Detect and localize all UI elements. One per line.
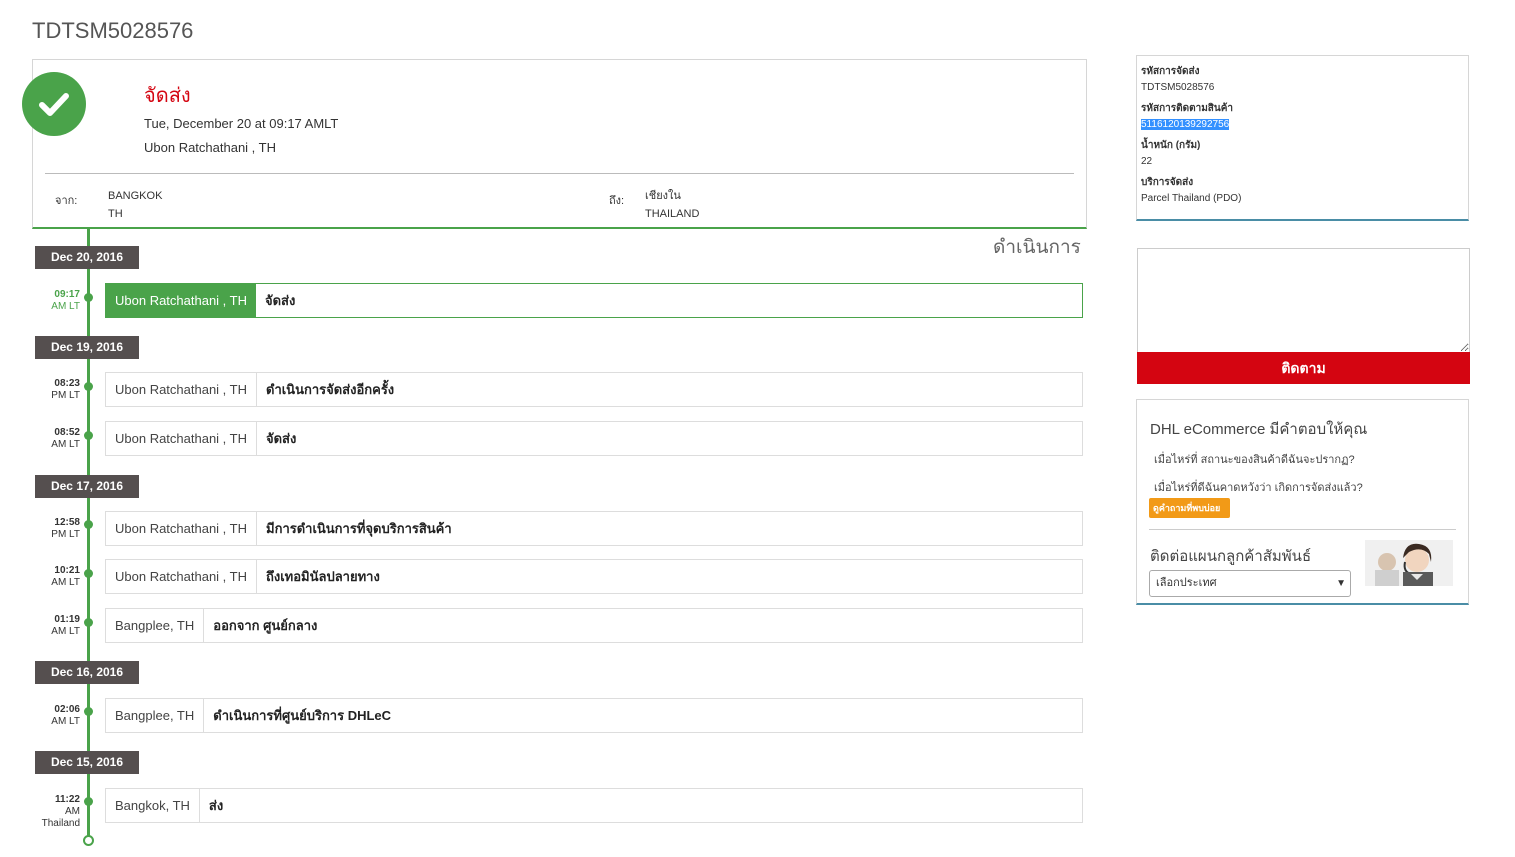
date-badge: Dec 16, 2016 [35, 661, 139, 684]
event-description: ออกจาก ศูนย์กลาง [213, 618, 318, 633]
faq-question-link[interactable]: เมื่อไหร่ที่ดีฉันคาดหวังว่า เกิดการจัดส่… [1154, 478, 1363, 496]
timeline-event: Bangplee, TH ดำเนินการที่ศูนย์บริการ DHL… [105, 698, 1083, 733]
timeline-event: Ubon Ratchathani , TH จัดส่ง [105, 283, 1083, 318]
shipment-id-value: TDTSM5028576 [1141, 82, 1215, 93]
from-city: BANGKOK [108, 190, 163, 202]
timeline-end-marker [83, 835, 94, 846]
timeline-dot [84, 382, 93, 391]
faq-button[interactable]: ดูคำถามที่พบบ่อย [1149, 498, 1230, 518]
event-location: Ubon Ratchathani , TH [106, 560, 257, 593]
timeline-event: Ubon Ratchathani , TH มีการดำเนินการที่จ… [105, 511, 1083, 546]
tracking-number-selection[interactable]: 5116120139292756 [1141, 119, 1230, 130]
help-panel: DHL eCommerce มีคำตอบให้คุณ เมื่อไหร่ที่… [1136, 399, 1469, 605]
weight-value: 22 [1141, 156, 1153, 167]
status-summary: จัดส่ง Tue, December 20 at 09:17 AMLT Ub… [32, 59, 1087, 229]
shipment-id-label: รหัสการจัดส่ง [1141, 66, 1200, 77]
event-description: ดำเนินการจัดส่งอีกครั้ง [266, 382, 395, 397]
tracking-number-value[interactable]: 5116120139292756 [1141, 119, 1464, 130]
event-location: Ubon Ratchathani , TH [106, 422, 257, 455]
tracking-input[interactable] [1137, 248, 1470, 353]
timeline-dot [84, 618, 93, 627]
event-time: 08:52 AM LT [51, 427, 80, 450]
support-agent-image [1365, 540, 1453, 586]
event-time: 12:58 PM LT [51, 517, 80, 540]
event-location: Ubon Ratchathani , TH [106, 373, 257, 406]
dropdown-arrow-icon: ▼ [1336, 578, 1346, 589]
contact-title: ติดต่อแผนกลูกค้าสัมพันธ์ [1150, 548, 1312, 565]
service-value: Parcel Thailand (PDO) [1141, 193, 1242, 204]
date-badge: Dec 20, 2016 [35, 246, 139, 269]
weight-label: น้ำหนัก (กรัม) [1141, 140, 1201, 151]
progress-label: ดำเนินการ [993, 237, 1081, 258]
event-location: Ubon Ratchathani , TH [106, 512, 257, 545]
event-location: Bangkok, TH [106, 789, 200, 822]
from-country: TH [108, 208, 123, 220]
status-location: Ubon Ratchathani , TH [144, 140, 276, 155]
timeline-event: Ubon Ratchathani , TH จัดส่ง [105, 421, 1083, 456]
shipment-info-panel: รหัสการจัดส่ง TDTSM5028576 รหัสการติดตาม… [1136, 55, 1469, 221]
event-location: Bangplee, TH [106, 699, 205, 732]
divider [45, 173, 1074, 174]
timeline-event: Ubon Ratchathani , TH ดำเนินการจัดส่งอีก… [105, 372, 1083, 407]
timeline-dot [84, 431, 93, 440]
from-label: จาก: [55, 195, 78, 207]
event-time: 02:06 AM LT [51, 704, 80, 727]
to-city: เชียงใน [645, 190, 681, 202]
track-button[interactable]: ติดตาม [1137, 352, 1470, 384]
country-select-value: เลือกประเทศ [1156, 577, 1217, 589]
event-description: ส่ง [208, 798, 224, 813]
timeline-dot [84, 707, 93, 716]
timeline-dot [84, 520, 93, 529]
event-time: 11:22 AM Thailand [41, 794, 80, 829]
timeline-dot [84, 797, 93, 806]
event-description: จัดส่ง [265, 293, 296, 308]
event-description: ถึงเทอมินัลปลายทาง [266, 569, 380, 584]
event-time: 01:19 AM LT [51, 614, 80, 637]
page-title: TDTSM5028576 [32, 18, 194, 43]
event-time: 10:21 AM LT [51, 565, 80, 588]
country-select[interactable]: เลือกประเทศ ▼ [1149, 570, 1351, 597]
help-title: DHL eCommerce มีคำตอบให้คุณ [1150, 421, 1368, 438]
faq-question-link[interactable]: เมื่อไหร่ที่ สถานะของสินค้าดีฉันจะปรากฏ? [1154, 450, 1355, 468]
event-description: ดำเนินการที่ศูนย์บริการ DHLeC [213, 708, 392, 723]
tracking-number-label: รหัสการติดตามสินค้า [1141, 103, 1234, 114]
timeline-line [87, 229, 90, 837]
status-datetime: Tue, December 20 at 09:17 AMLT [144, 116, 339, 131]
event-time: 08:23 PM LT [51, 378, 80, 401]
divider [1149, 529, 1456, 530]
event-location: Bangplee, TH [106, 609, 205, 642]
timeline-dot [84, 569, 93, 578]
timeline-event: Ubon Ratchathani , TH ถึงเทอมินัลปลายทาง [105, 559, 1083, 594]
delivered-check-icon [22, 72, 86, 136]
event-description: มีการดำเนินการที่จุดบริการสินค้า [266, 521, 452, 536]
timeline-event: Bangkok, TH ส่ง [105, 788, 1083, 823]
event-description: จัดส่ง [266, 431, 297, 446]
date-badge: Dec 19, 2016 [35, 336, 139, 359]
to-label: ถึง: [609, 195, 625, 207]
service-label: บริการจัดส่ง [1141, 177, 1194, 188]
timeline-dot [84, 293, 93, 302]
event-location: Ubon Ratchathani , TH [106, 284, 256, 317]
date-badge: Dec 17, 2016 [35, 475, 139, 498]
date-badge: Dec 15, 2016 [35, 751, 139, 774]
status-title: จัดส่ง [144, 85, 191, 107]
event-time: 09:17 AM LT [51, 289, 80, 312]
to-country: THAILAND [645, 208, 700, 220]
timeline-event: Bangplee, TH ออกจาก ศูนย์กลาง [105, 608, 1083, 643]
